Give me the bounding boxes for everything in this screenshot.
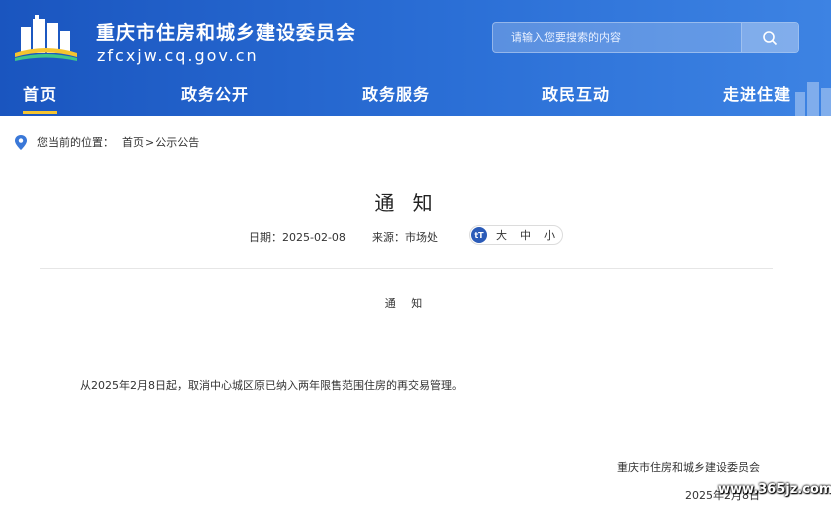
site-domain: zfcxjw.cq.gov.cn	[97, 46, 259, 65]
font-size-switcher: tT 大 中 小	[469, 225, 563, 245]
nav-item-about[interactable]: 走进住建	[723, 81, 791, 105]
document-body: 从2025年2月8日起，取消中心城区原已纳入两年限售范围住房的再交易管理。	[80, 379, 463, 392]
article-date: 日期：2025-02-08	[249, 231, 346, 244]
search-box	[492, 22, 799, 53]
nav-item-government-services[interactable]: 政务服务	[362, 81, 430, 105]
site-logo-icon[interactable]	[13, 13, 79, 63]
nav-item-government-affairs[interactable]: 政务公开	[181, 81, 249, 105]
font-size-medium[interactable]: 中	[520, 227, 531, 243]
search-icon	[763, 30, 778, 45]
document-signature: 重庆市住房和城乡建设委员会	[617, 461, 760, 474]
breadcrumb-separator: >	[145, 135, 155, 149]
article-source: 来源：市场处	[372, 231, 438, 244]
font-size-icon: tT	[471, 227, 487, 243]
document-title: 通 知	[384, 297, 429, 310]
site-header: 重庆市住房和城乡建设委员会 zfcxjw.cq.gov.cn 首页 政务公开 政…	[0, 0, 831, 116]
site-watermark: www.365jz.com	[718, 482, 831, 497]
font-size-small[interactable]: 小	[544, 227, 555, 243]
search-input[interactable]	[493, 23, 741, 52]
breadcrumb-current-link[interactable]: 公示公告	[155, 134, 199, 150]
article-title: 通 知	[374, 191, 439, 215]
site-title: 重庆市住房和城乡建设委员会	[96, 22, 357, 44]
content-divider	[40, 268, 773, 269]
nav-item-public-interaction[interactable]: 政民互动	[542, 81, 610, 105]
breadcrumb-home-link[interactable]: 首页	[122, 134, 144, 150]
main-nav: 首页 政务公开 政务服务 政民互动 走进住建	[0, 76, 831, 116]
font-size-large[interactable]: 大	[496, 227, 507, 243]
search-button[interactable]	[741, 23, 798, 52]
nav-item-home[interactable]: 首页	[23, 81, 58, 114]
location-pin-icon	[15, 134, 27, 150]
breadcrumb-label: 您当前的位置：	[37, 136, 114, 149]
breadcrumb: 您当前的位置： 首页 > 公示公告	[14, 134, 199, 150]
